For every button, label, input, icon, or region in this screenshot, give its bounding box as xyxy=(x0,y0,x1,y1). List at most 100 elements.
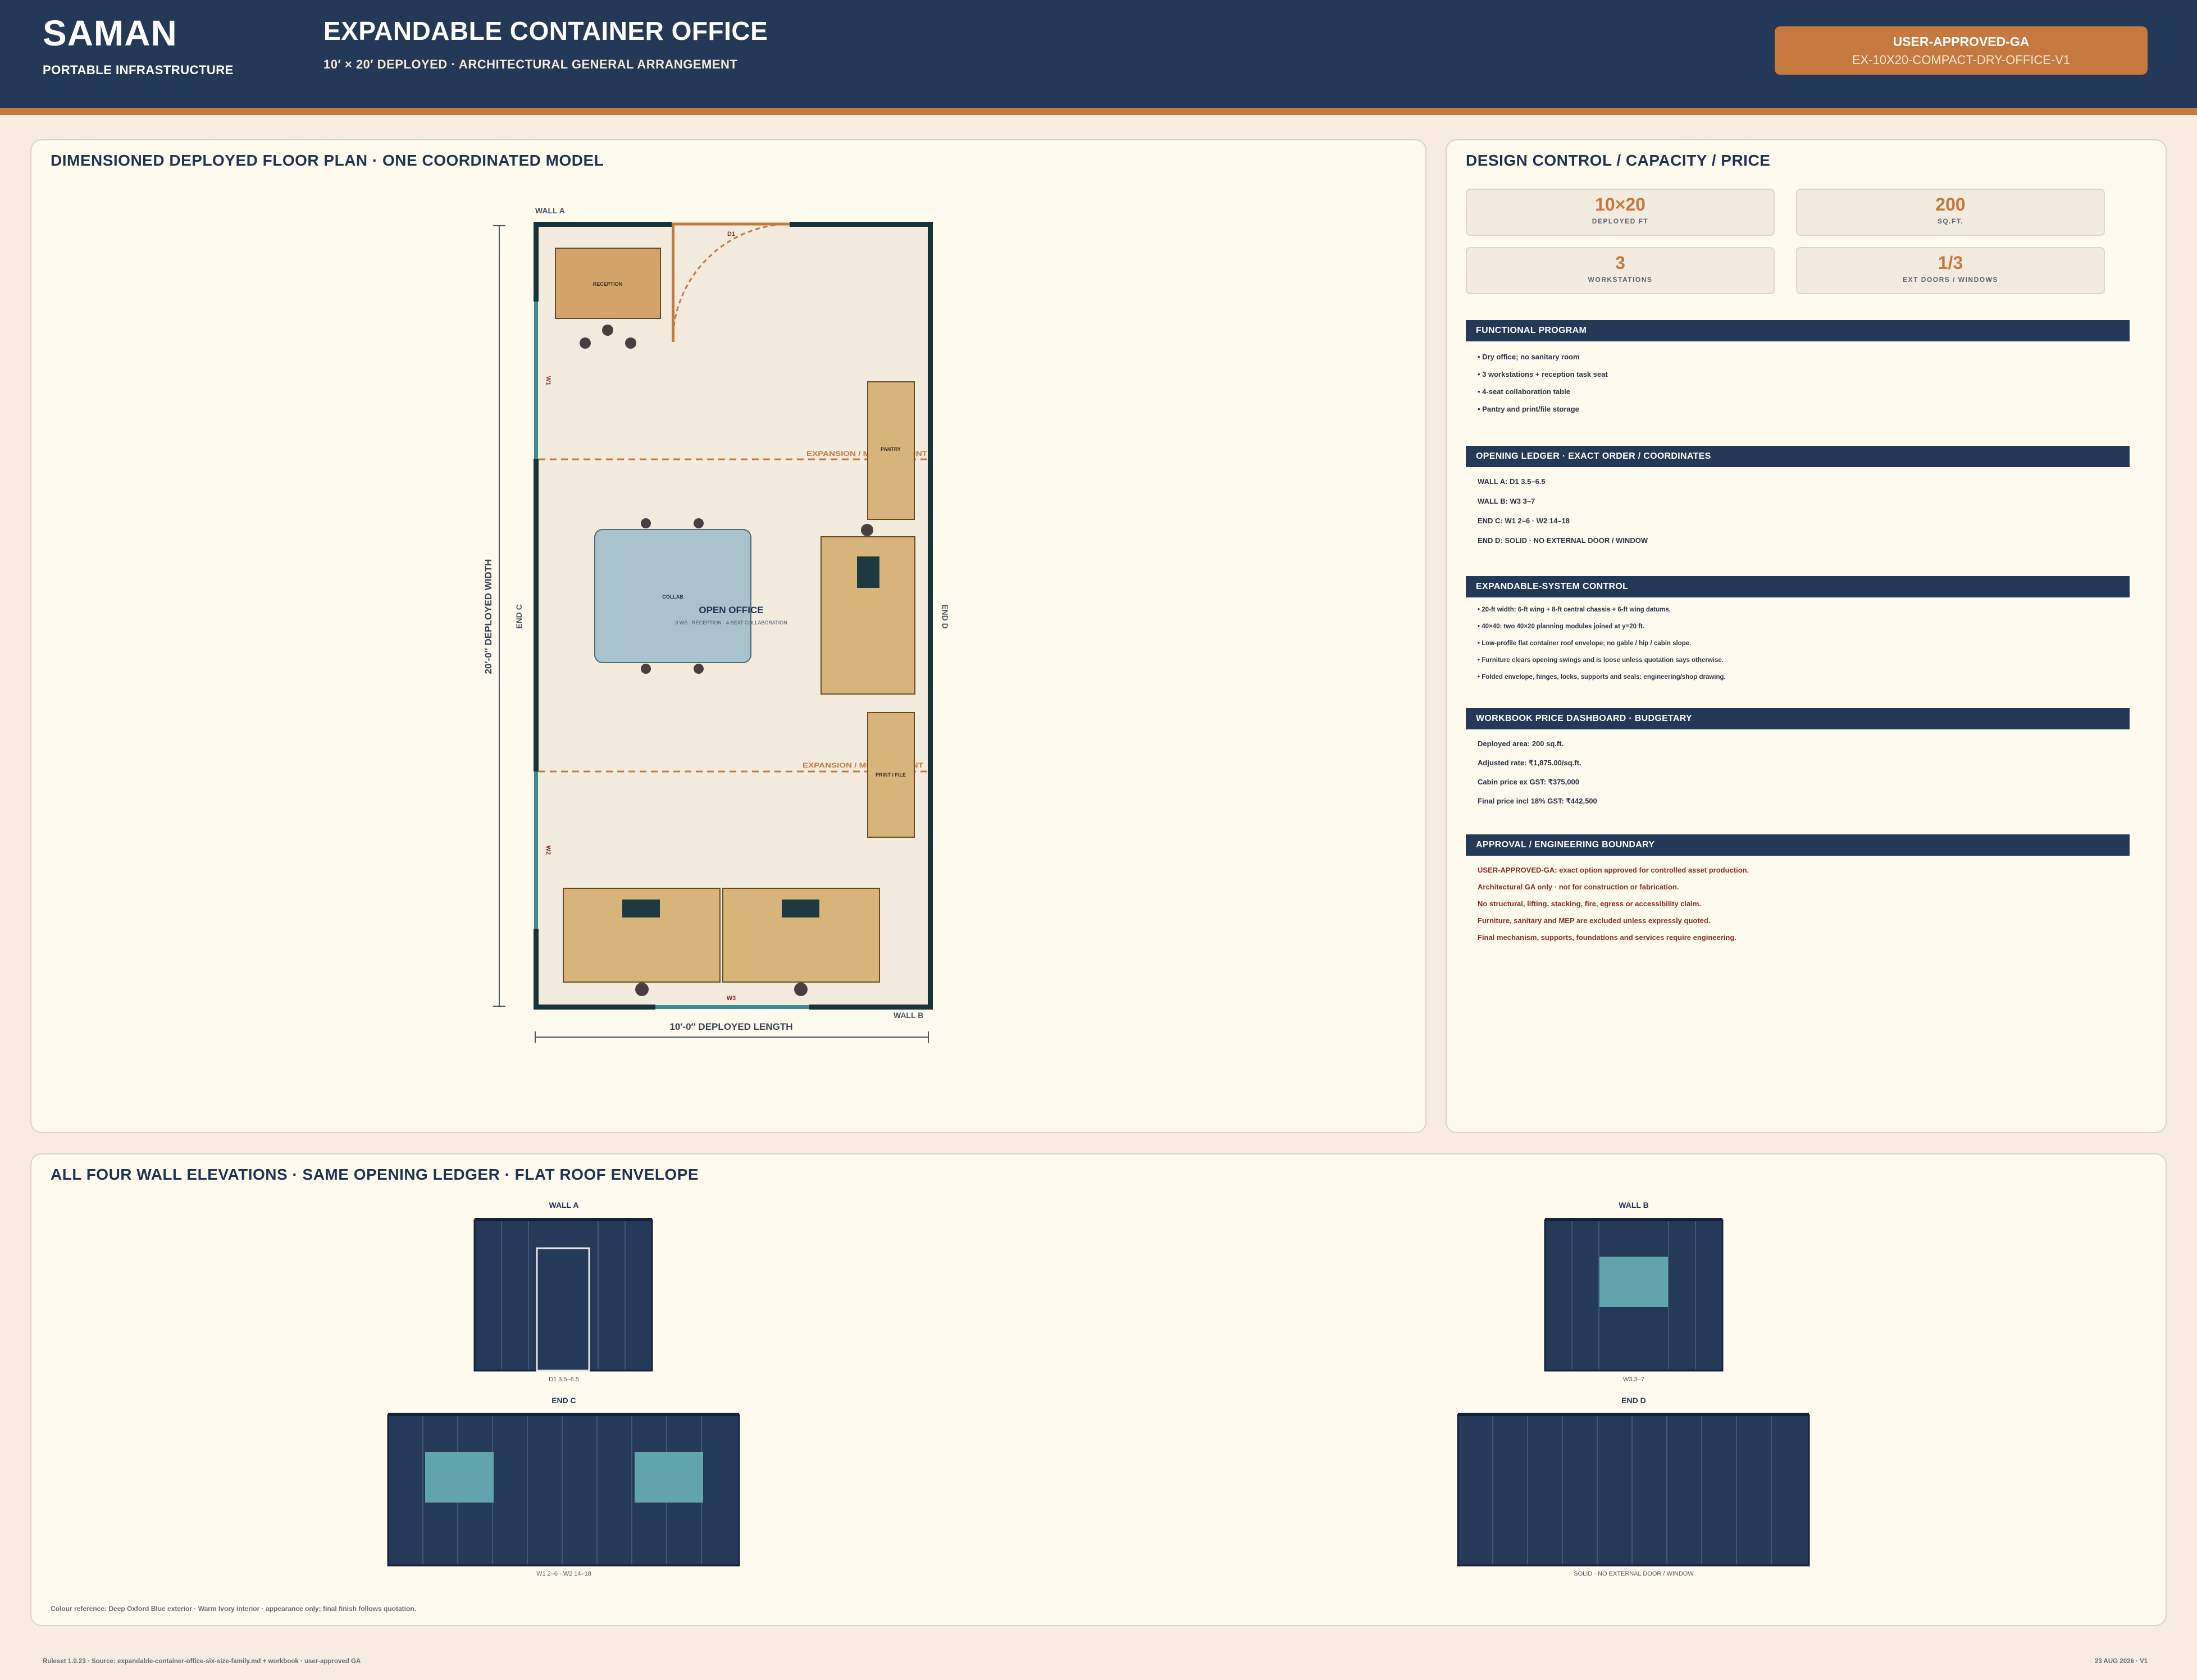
floor-plan-panel: DIMENSIONED DEPLOYED FLOOR PLAN · ONE CO… xyxy=(30,139,1426,1133)
workstation-chair-right xyxy=(861,524,873,536)
metric-openings-value: 1/3 xyxy=(1938,253,1963,273)
ledger-item: WALL A: D1 3.5–6.5 xyxy=(1478,477,1546,486)
elevation-end-c-title: END C xyxy=(551,1396,576,1405)
pantry-label: PANTRY xyxy=(881,446,901,452)
reception-chair-3 xyxy=(625,337,636,349)
elevation-end-c-caption: W1 2–6 · W2 14–18 xyxy=(536,1571,591,1577)
design-control-title: DESIGN CONTROL / CAPACITY / PRICE xyxy=(1466,152,1771,169)
open-office-label: OPEN OFFICE xyxy=(699,605,763,615)
end-c-wall-seg1 xyxy=(534,222,539,302)
functional-program-header: FUNCTIONAL PROGRAM xyxy=(1466,320,2130,341)
elevation-end-c xyxy=(387,1413,740,1567)
elevations-drawing: WALL A D1 3.5–6.5 WALL B W3 3–7 END C W1… xyxy=(387,1200,1810,1577)
workstation-chair-bottom-1 xyxy=(635,983,649,996)
footer-date: 23 AUG 2026 · V1 xyxy=(2095,1658,2148,1665)
workstation-monitor-bottom-2 xyxy=(782,900,819,917)
elevation-end-d xyxy=(1457,1413,1810,1567)
document-subtitle: 10′ × 20′ DEPLOYED · ARCHITECTURAL GENER… xyxy=(323,57,738,71)
elevation-window-w1 xyxy=(425,1452,494,1503)
price-item: Cabin price ex GST: ₹375,000 xyxy=(1478,778,1579,786)
metric-area: 200 SQ.FT. xyxy=(1796,189,2105,236)
elevation-wall-b-roof-edge xyxy=(1545,1218,1722,1221)
metric-deployed-size: 10×20 DEPLOYED FT xyxy=(1466,189,1775,236)
approval-boundary-header: APPROVAL / ENGINEERING BOUNDARY xyxy=(1466,834,2130,856)
document-title: EXPANDABLE CONTAINER OFFICE xyxy=(323,16,768,45)
elevation-end-d-roof-edge xyxy=(1458,1413,1809,1416)
approval-item: No structural, lifting, stacking, fire, … xyxy=(1478,900,1702,908)
elevation-wall-b xyxy=(1544,1218,1724,1372)
open-office-sublabel: 3 WS · RECEPTION · 4-SEAT COLLABORATION xyxy=(675,620,787,626)
ledger-item: END D: SOLID · NO EXTERNAL DOOR / WINDOW xyxy=(1478,536,1648,545)
dim-width-label: 20′-0″ DEPLOYED WIDTH xyxy=(483,559,494,674)
elevation-window-w3 xyxy=(1599,1257,1668,1307)
metric-workstations-value: 3 xyxy=(1615,253,1625,273)
floor-plan-drawing: 20′-0″ DEPLOYED WIDTH D1 W1 W2 W3 EXPANS… xyxy=(483,206,950,1043)
elevation-end-d-title: END D xyxy=(1621,1396,1646,1405)
elevation-wall-b-title: WALL B xyxy=(1619,1200,1648,1209)
end-c-wall-seg2 xyxy=(534,459,539,771)
system-item: • Folded envelope, hinges, locks, suppor… xyxy=(1478,674,1726,681)
elevation-end-c-roof-edge xyxy=(388,1413,739,1416)
elevation-wall-a-roof-edge xyxy=(475,1218,652,1221)
ledger-item: END C: W1 2–6 · W2 14–18 xyxy=(1478,517,1570,525)
metric-workstations: 3 WORKSTATIONS xyxy=(1466,247,1775,294)
system-item: • 20-ft width: 6-ft wing + 8-ft central … xyxy=(1478,606,1671,613)
plan-wall-b-label: WALL B xyxy=(894,1011,923,1020)
page-header: SAMAN PORTABLE INFRASTRUCTURE EXPANDABLE… xyxy=(0,0,2197,108)
workstation-chair-bottom-2 xyxy=(794,983,808,996)
collab-chair-2 xyxy=(694,518,704,528)
header-accent-stripe xyxy=(0,108,2197,115)
brand-tagline: PORTABLE INFRASTRUCTURE xyxy=(43,63,234,77)
approval-item: Architectural GA only · not for construc… xyxy=(1478,883,1679,891)
collab-chair-1 xyxy=(641,518,651,528)
approval-item: Final mechanism, supports, foundations a… xyxy=(1478,933,1736,942)
wall-b-window-w3 xyxy=(655,1005,809,1009)
badge-status: USER-APPROVED-GA xyxy=(1893,34,2030,49)
price-item: Final price incl 18% GST: ₹442,500 xyxy=(1478,797,1597,805)
metric-openings: 1/3 EXT DOORS / WINDOWS xyxy=(1796,247,2105,294)
functional-item: • 3 workstations + reception task seat xyxy=(1478,370,1608,378)
opening-ledger-header: OPENING LEDGER · EXACT ORDER / COORDINAT… xyxy=(1466,446,2130,467)
system-item: • Furniture clears opening swings and is… xyxy=(1478,657,1724,664)
metric-area-label: SQ.FT. xyxy=(1937,217,1964,225)
plan-end-c-label: END C xyxy=(514,604,523,629)
elevation-wall-a xyxy=(473,1218,653,1372)
elevation-wall-b-caption: W3 3–7 xyxy=(1623,1376,1644,1383)
approval-badge: USER-APPROVED-GA EX-10X20-COMPACT-DRY-OF… xyxy=(1775,26,2148,75)
reception-label: RECEPTION xyxy=(593,281,623,287)
price-item: Deployed area: 200 sq.ft. xyxy=(1478,739,1564,748)
system-item: • 40×40: two 40×20 planning modules join… xyxy=(1478,623,1645,630)
collab-chair-3 xyxy=(641,664,651,674)
end-c-window-w2 xyxy=(534,771,538,929)
footer-source: Ruleset 1.0.23 · Source: expandable-cont… xyxy=(43,1658,361,1665)
collab-label: COLLAB xyxy=(662,594,683,600)
wall-a-right-segment xyxy=(790,222,932,227)
metric-deployed-size-label: DEPLOYED FT xyxy=(1592,217,1649,225)
window-w1-tag: W1 xyxy=(545,376,551,386)
elevation-door-d1 xyxy=(536,1247,590,1372)
elevation-end-d-caption: SOLID · NO EXTERNAL DOOR / WINDOW xyxy=(1574,1571,1694,1577)
workstation-monitor-bottom-1 xyxy=(622,900,660,917)
functional-item: • 4-seat collaboration table xyxy=(1478,387,1570,396)
collab-chair-4 xyxy=(694,664,704,674)
approval-item: USER-APPROVED-GA: exact option approved … xyxy=(1478,866,1749,874)
end-c-wall-seg3 xyxy=(534,929,539,1010)
design-control-panel: DESIGN CONTROL / CAPACITY / PRICE 10×20 … xyxy=(1446,139,2167,1133)
elevation-end-d-body xyxy=(1457,1414,1810,1567)
price-dashboard-header: WORKBOOK PRICE DASHBOARD · BUDGETARY xyxy=(1466,708,2130,729)
functional-item: • Dry office; no sanitary room xyxy=(1478,353,1580,361)
metric-openings-label: EXT DOORS / WINDOWS xyxy=(1903,276,1998,284)
expandable-system-header: EXPANDABLE-SYSTEM CONTROL xyxy=(1466,576,2130,597)
elevations-panel: ALL FOUR WALL ELEVATIONS · SAME OPENING … xyxy=(30,1153,2167,1626)
elevation-wall-a-caption: D1 3.5–6.5 xyxy=(549,1376,579,1383)
system-item: • Low-profile flat container roof envelo… xyxy=(1478,640,1692,647)
badge-code: EX-10X20-COMPACT-DRY-OFFICE-V1 xyxy=(1852,53,2071,67)
dim-length-label: 10′-0″ DEPLOYED LENGTH xyxy=(669,1021,792,1032)
approval-item: Furniture, sanitary and MEP are excluded… xyxy=(1478,916,1711,925)
metric-area-value: 200 xyxy=(1935,194,1966,214)
window-w2-tag: W2 xyxy=(545,846,551,855)
functional-item: • Pantry and print/file storage xyxy=(1478,405,1579,413)
reception-chair-2 xyxy=(602,325,613,336)
colour-reference-note: Colour reference: Deep Oxford Blue exter… xyxy=(51,1605,416,1613)
workstation-monitor-right xyxy=(857,556,879,588)
